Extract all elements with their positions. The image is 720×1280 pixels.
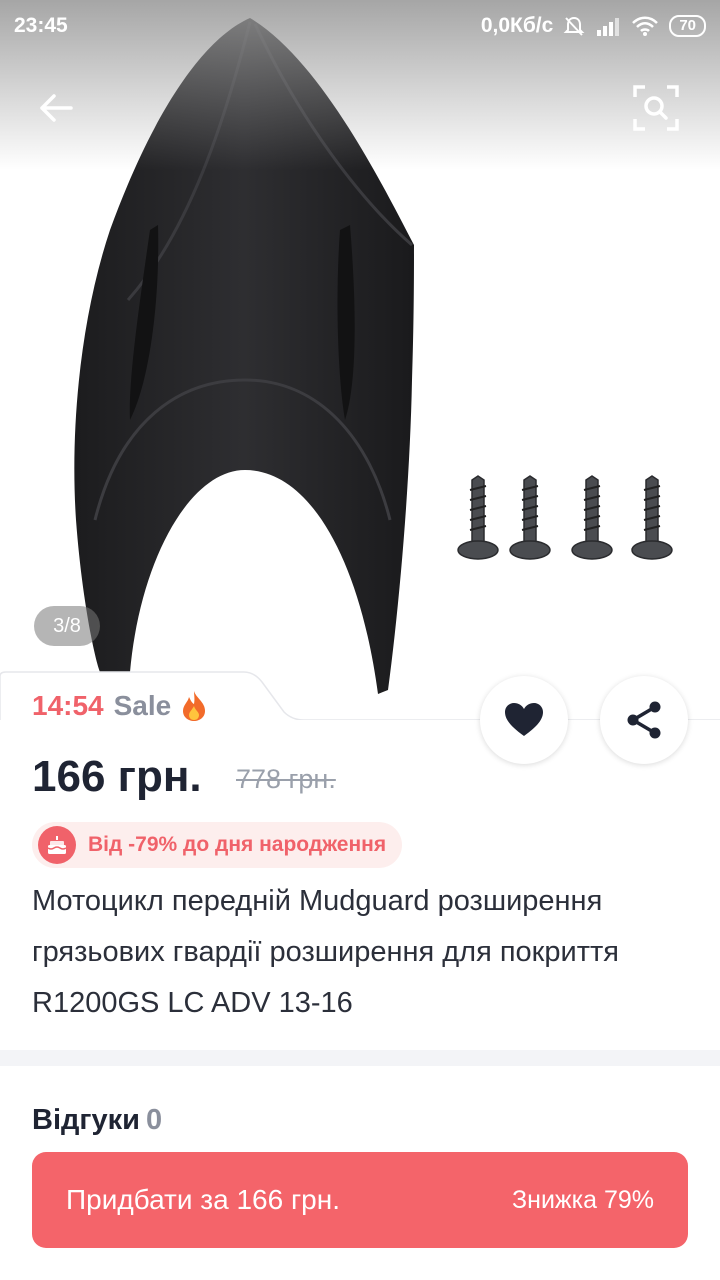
heart-icon [505, 703, 543, 736]
image-counter: 3/8 [34, 606, 100, 646]
buy-button[interactable]: Придбати за 166 грн. Знижка 79% [32, 1152, 688, 1248]
fire-icon [183, 691, 206, 721]
product-title: Мотоцикл передній Mudguard розширення гр… [32, 885, 619, 1019]
status-time: 23:45 [14, 14, 68, 37]
sale-countdown: 14:54 [32, 690, 104, 721]
reviews-label: Відгуки [32, 1104, 140, 1136]
old-price: 778 грн. [236, 764, 336, 794]
reviews-count: 0 [145, 1104, 163, 1136]
back-arrow-icon [40, 94, 73, 122]
image-search-button[interactable] [630, 82, 682, 134]
image-search-icon [633, 85, 679, 131]
section-divider [0, 1050, 720, 1066]
signal-icon [597, 18, 620, 36]
mute-icon [563, 16, 585, 36]
sale-timer-row: 14:54 Sale [32, 690, 207, 722]
birthday-cake-icon [38, 826, 76, 864]
promo-text: Від -79% до дня народження [88, 833, 387, 856]
network-speed: 0,0Кб/с [480, 14, 554, 37]
status-bar: 23:45 0,0Кб/с 70 [0, 0, 720, 52]
back-button[interactable] [30, 82, 82, 134]
buy-button-label: Придбати за 166 грн. [66, 1184, 340, 1215]
sale-label: Sale [113, 690, 172, 721]
reviews-header[interactable]: Відгуки 0 [32, 1104, 162, 1137]
share-icon [627, 701, 661, 739]
birthday-promo-badge[interactable]: Від -79% до дня народження [32, 822, 403, 868]
product-image-carousel[interactable] [0, 0, 720, 720]
product-photo [74, 18, 673, 694]
share-button[interactable] [600, 676, 688, 764]
wifi-icon [632, 16, 659, 36]
battery-indicator: 70 [669, 15, 706, 37]
favorite-button[interactable] [480, 676, 568, 764]
current-price: 166 грн. [32, 752, 202, 801]
buy-button-discount: Знижка 79% [512, 1185, 654, 1214]
